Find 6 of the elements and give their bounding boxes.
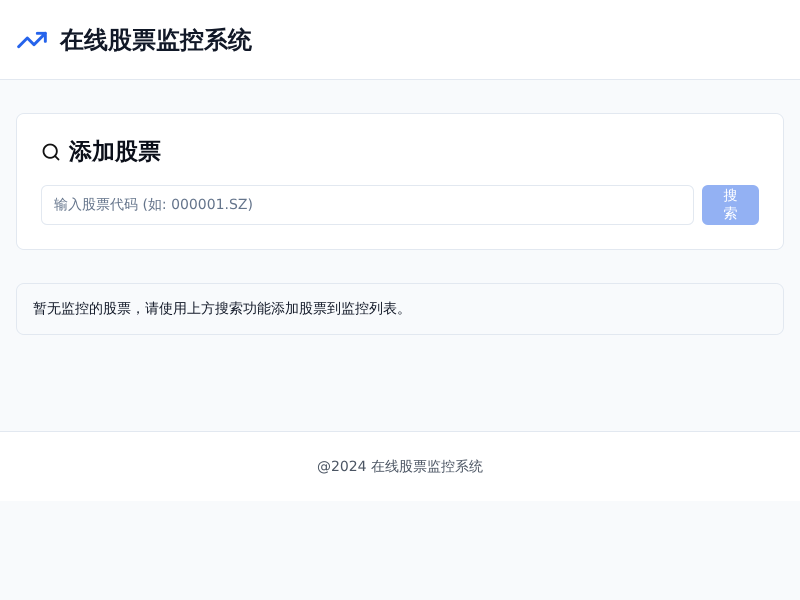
card-title: 添加股票 [69,138,161,167]
search-icon [41,142,61,162]
footer-text: @2024 在线股票监控系统 [316,458,484,476]
stock-code-field[interactable]: 输入股票代码 (如: 000001.SZ) [41,185,694,225]
app-title: 在线股票监控系统 [60,24,252,56]
empty-notice: 暂无监控的股票，请使用上方搜索功能添加股票到监控列表。 [16,283,784,335]
